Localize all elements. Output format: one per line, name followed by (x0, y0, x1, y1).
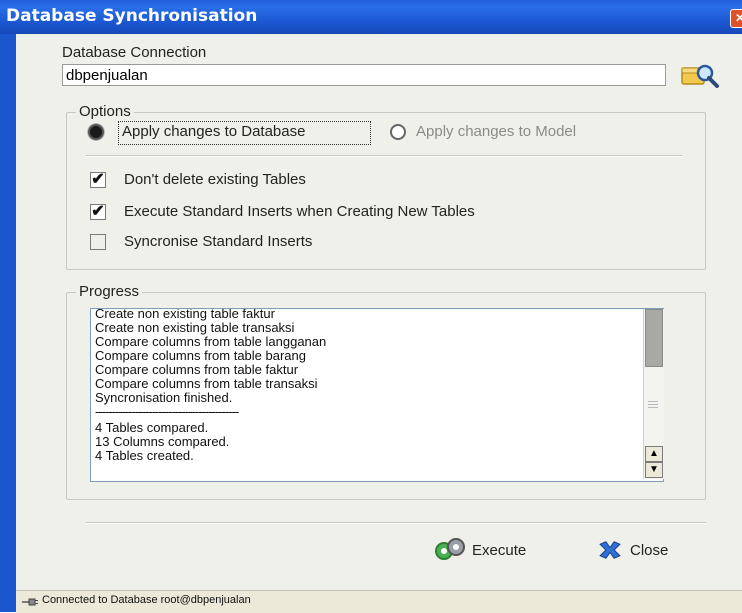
title-bar[interactable]: Database Synchronisation ✕ (0, 0, 742, 34)
progress-log-list[interactable]: Create non existing table faktur Create … (90, 308, 664, 482)
execute-button-label: Execute (472, 541, 527, 559)
footer-divider (86, 522, 706, 524)
gears-icon (435, 538, 465, 560)
checkbox-sync-inserts[interactable] (90, 234, 106, 250)
checkbox-dont-delete-label[interactable]: Don't delete existing Tables (124, 171, 306, 188)
radio-apply-database-label[interactable]: Apply changes to Database (122, 123, 305, 140)
checkbox-execute-inserts[interactable]: ✔ (90, 204, 106, 220)
log-line: Create non existing table transaksi (95, 320, 295, 335)
connection-label: Database Connection (62, 44, 207, 61)
log-line: 4 Tables compared. (95, 420, 209, 435)
log-line: Syncronisation finished. (95, 390, 233, 405)
title-close-button[interactable]: ✕ (730, 9, 742, 28)
window-title: Database Synchronisation (6, 6, 258, 26)
options-legend: Options (76, 103, 134, 120)
log-line: 13 Columns compared. (95, 434, 230, 449)
window-frame-left (0, 34, 16, 612)
close-button-label: Close (630, 541, 669, 559)
checkbox-sync-inserts-label[interactable]: Syncronise Standard Inserts (124, 233, 312, 250)
log-line: Compare columns from table langganan (95, 334, 327, 349)
log-line: Compare columns from table barang (95, 348, 306, 363)
log-separator: ----------------------------------------… (95, 404, 239, 419)
sync-dialog: Database Synchronisation ✕ Database Conn… (0, 0, 742, 613)
radio-apply-model[interactable] (390, 124, 406, 140)
progress-scrollbar[interactable]: ▲ ▼ (643, 309, 664, 479)
scrollbar-grip-line (648, 407, 658, 408)
close-button[interactable]: Close (596, 535, 668, 565)
connection-combobox[interactable]: dbpenjualan (62, 64, 666, 86)
checkbox-dont-delete[interactable]: ✔ (90, 172, 106, 188)
radio-apply-model-label[interactable]: Apply changes to Model (416, 123, 576, 140)
log-line: 4 Tables created. (95, 448, 194, 463)
scrollbar-grip-line (648, 401, 658, 402)
scroll-down-button[interactable]: ▼ (645, 462, 663, 478)
scrollbar-grip-line (648, 404, 658, 405)
scrollbar-thumb[interactable] (645, 309, 663, 367)
execute-button[interactable]: Execute (432, 535, 526, 565)
close-x-icon (599, 541, 621, 559)
database-search-icon[interactable] (680, 60, 720, 90)
checkbox-execute-inserts-label[interactable]: Execute Standard Inserts when Creating N… (124, 203, 475, 220)
log-line: Compare columns from table transaksi (95, 376, 318, 391)
radio-apply-database[interactable] (88, 124, 104, 140)
scroll-up-button[interactable]: ▲ (645, 446, 663, 462)
progress-legend: Progress (76, 283, 143, 300)
options-divider (86, 155, 682, 157)
status-text: Connected to Database root@dbpenjualan (42, 594, 251, 606)
log-line: Compare columns from table faktur (95, 362, 299, 377)
connection-plug-icon (22, 598, 38, 606)
